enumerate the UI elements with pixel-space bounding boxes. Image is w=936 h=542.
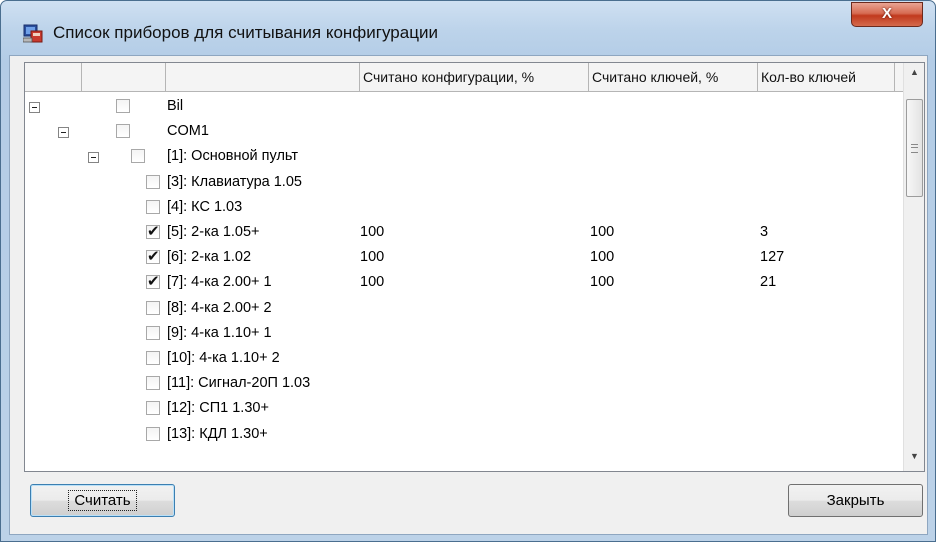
keys-read-value: 100	[590, 274, 615, 291]
tree-row[interactable]: [8]: 4-ка 2.00+ 2	[25, 297, 905, 322]
close-button[interactable]: Закрыть	[788, 484, 923, 517]
collapse-icon[interactable]	[29, 102, 40, 113]
key-count-value: 127	[760, 249, 785, 266]
column-header-device[interactable]	[166, 63, 360, 91]
row-checkbox[interactable]	[146, 247, 160, 265]
device-name: [8]: 4-ка 2.00+ 2	[167, 299, 272, 316]
device-name: [4]: КС 1.03	[167, 198, 243, 215]
row-checkbox[interactable]	[146, 300, 160, 315]
tree-row[interactable]: [10]: 4-ка 1.10+ 2	[25, 347, 905, 372]
row-checkbox[interactable]	[146, 272, 160, 290]
row-checkbox[interactable]	[146, 376, 160, 391]
vertical-scrollbar[interactable]: ▲ ▼	[903, 63, 924, 471]
tree-row[interactable]: COM1	[25, 120, 905, 145]
row-checkbox[interactable]	[146, 222, 160, 240]
scrollbar-thumb[interactable]	[906, 99, 923, 197]
window-title: Список приборов для считывания конфигура…	[53, 23, 438, 42]
tree-row[interactable]: [6]: 2-ка 1.02 100 100 127	[25, 246, 905, 271]
keys-read-value: 100	[590, 249, 615, 266]
collapse-icon[interactable]	[88, 152, 99, 164]
grip-icon	[911, 144, 918, 153]
device-name: [7]: 4-ка 2.00+ 1	[167, 274, 272, 291]
tree-row[interactable]: Bil	[25, 95, 905, 120]
column-header-key-count[interactable]: Кол-во ключей	[758, 63, 895, 91]
computer-icon	[23, 24, 43, 43]
dialog-window: Список приборов для считывания конфигура…	[0, 0, 936, 542]
column-header-checkbox[interactable]	[82, 63, 166, 91]
title-bar[interactable]: Список приборов для считывания конфигура…	[1, 1, 935, 55]
grid-header: Считано конфигурации, % Считано ключей, …	[25, 63, 905, 92]
tree-row[interactable]: [4]: КС 1.03	[25, 196, 905, 221]
row-checkbox[interactable]	[146, 199, 160, 214]
column-header-expander[interactable]	[25, 63, 82, 91]
config-read-value: 100	[360, 249, 385, 266]
column-header-config-read[interactable]: Считано конфигурации, %	[360, 63, 589, 91]
device-name: [5]: 2-ка 1.05+	[167, 224, 260, 240]
tree-row[interactable]: [12]: СП1 1.30+	[25, 397, 905, 422]
config-read-value: 100	[360, 274, 385, 291]
collapse-icon[interactable]	[58, 127, 69, 139]
tree-row[interactable]: [3]: Клавиатура 1.05	[25, 171, 905, 196]
config-read-value: 100	[360, 224, 385, 240]
tree-row[interactable]: [5]: 2-ка 1.05+ 100 100 3	[25, 221, 905, 246]
device-name: [10]: 4-ка 1.10+ 2	[167, 350, 280, 366]
row-checkbox[interactable]	[146, 174, 160, 189]
device-tree-grid[interactable]: Считано конфигурации, % Считано ключей, …	[24, 62, 925, 472]
read-button[interactable]: Считать	[30, 484, 175, 517]
device-name: [12]: СП1 1.30+	[167, 400, 269, 417]
close-icon: X	[881, 5, 892, 22]
device-name: [1]: Основной пульт	[167, 148, 298, 165]
tree-row[interactable]: [9]: 4-ка 1.10+ 1	[25, 322, 905, 347]
row-checkbox[interactable]	[131, 149, 145, 164]
keys-read-value: 100	[590, 224, 615, 240]
row-checkbox[interactable]	[146, 426, 160, 441]
key-count-value: 21	[760, 274, 777, 291]
row-checkbox[interactable]	[116, 124, 130, 139]
close-window-button[interactable]: X	[851, 2, 923, 27]
tree-row[interactable]: [7]: 4-ка 2.00+ 1 100 100 21	[25, 271, 905, 296]
device-name: [13]: КДЛ 1.30+	[167, 425, 268, 442]
arrow-down-icon[interactable]: ▼	[904, 447, 924, 465]
tree-row[interactable]: [1]: Основной пульт	[25, 145, 905, 170]
read-button-label: Считать	[68, 490, 137, 511]
row-checkbox[interactable]	[146, 351, 160, 365]
device-name: [9]: 4-ка 1.10+ 1	[167, 324, 272, 341]
device-name: [11]: Сигнал-20П 1.03	[167, 375, 311, 392]
row-checkbox[interactable]	[146, 325, 160, 340]
device-name: [6]: 2-ка 1.02	[167, 249, 252, 266]
device-name: COM1	[167, 123, 209, 140]
key-count-value: 3	[760, 224, 769, 240]
device-name: Bil	[167, 98, 184, 114]
row-checkbox[interactable]	[146, 401, 160, 416]
tree-row[interactable]: [13]: КДЛ 1.30+	[25, 423, 905, 448]
arrow-up-icon[interactable]: ▲	[904, 63, 924, 81]
tree-row[interactable]: [11]: Сигнал-20П 1.03	[25, 372, 905, 397]
row-checkbox[interactable]	[116, 99, 130, 113]
column-header-keys-read[interactable]: Считано ключей, %	[589, 63, 758, 91]
device-name: [3]: Клавиатура 1.05	[167, 173, 302, 190]
close-button-label: Закрыть	[826, 492, 885, 509]
